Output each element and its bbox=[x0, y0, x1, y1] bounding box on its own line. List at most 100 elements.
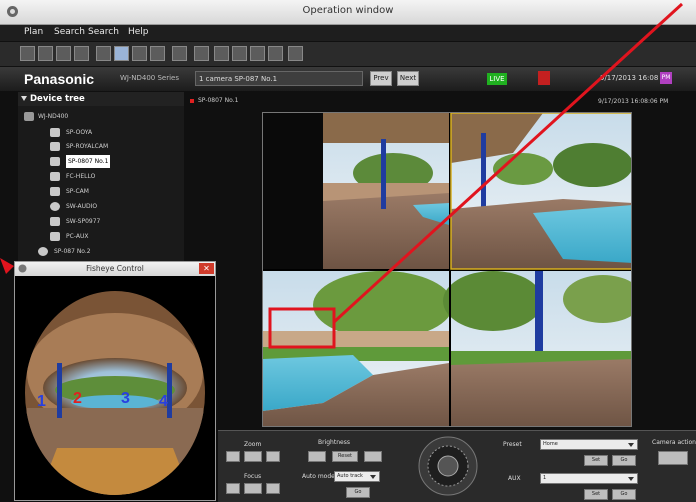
focus-far-button[interactable] bbox=[266, 483, 280, 494]
toolbar-snapshot-icon[interactable] bbox=[250, 46, 265, 61]
zoom-label: Zoom bbox=[244, 441, 262, 448]
viewer-timestamp: 9/17/2013 16:08:06 PM bbox=[598, 98, 669, 105]
fisheye-camera-icon bbox=[38, 247, 48, 256]
toolbar-layout-4-icon[interactable] bbox=[114, 46, 129, 61]
aux-on-button[interactable]: Set bbox=[584, 489, 608, 500]
camera-control-panel: Zoom Focus Brightness Reset Auto mode Au… bbox=[218, 430, 696, 502]
aux-off-button[interactable]: Go bbox=[612, 489, 636, 500]
brightness-label: Brightness bbox=[318, 439, 350, 446]
camera-view-1[interactable] bbox=[263, 113, 449, 269]
dome-camera-icon bbox=[50, 202, 60, 211]
auto-mode-label: Auto mode bbox=[302, 473, 335, 480]
toolbar-pin-icon[interactable] bbox=[194, 46, 209, 61]
window-app-icon bbox=[18, 264, 27, 273]
fisheye-control-window[interactable]: Fisheye Control ✕ 1 2 3 4 bbox=[14, 261, 216, 501]
camera-icon bbox=[50, 157, 60, 166]
tree-item-camera[interactable]: SP-CAM bbox=[18, 185, 184, 198]
annotation-arrow-head-icon bbox=[0, 258, 14, 274]
toolbar-layout-9-icon[interactable] bbox=[132, 46, 147, 61]
tree-item-camera[interactable]: FC-HELLO bbox=[18, 170, 184, 183]
aux-select[interactable]: 1 bbox=[540, 473, 638, 484]
camera-icon bbox=[50, 128, 60, 137]
camera-select[interactable]: 1 camera SP-087 No.1 bbox=[195, 71, 363, 86]
camera-view-3[interactable] bbox=[263, 271, 453, 427]
tree-item-camera[interactable]: SP-087 No.2 bbox=[18, 245, 184, 258]
zoom-tele-button[interactable] bbox=[266, 451, 280, 462]
collapse-triangle-icon bbox=[21, 96, 27, 101]
brightness-down-button[interactable] bbox=[308, 451, 326, 462]
tree-item-camera-selected[interactable]: SP-0807 No.1 bbox=[18, 155, 184, 168]
camera-action-label: Camera action bbox=[652, 439, 696, 446]
camera-status-dot bbox=[190, 99, 194, 103]
toolbar-camera-icon[interactable] bbox=[74, 46, 89, 61]
camera-icon bbox=[50, 217, 60, 226]
toolbar-sequence-icon[interactable] bbox=[172, 46, 187, 61]
menu-help[interactable]: Help bbox=[128, 27, 149, 37]
camera-icon bbox=[50, 232, 60, 241]
tree-item-camera[interactable]: SW-SP0977 bbox=[18, 215, 184, 228]
auto-mode-select[interactable]: Auto track bbox=[334, 471, 380, 482]
ptz-joystick[interactable] bbox=[418, 435, 478, 497]
brightness-reset-button[interactable]: Reset bbox=[332, 451, 358, 462]
menu-search-1[interactable]: Search bbox=[54, 27, 85, 37]
toolbar-forward-icon[interactable] bbox=[38, 46, 53, 61]
tree-item-camera[interactable]: SW-AUDIO bbox=[18, 200, 184, 213]
record-icon[interactable] bbox=[538, 71, 550, 85]
quad-camera-views bbox=[263, 113, 632, 427]
viewer-camera-label: SP-0807 No.1 bbox=[198, 97, 239, 104]
toolbar-back-icon[interactable] bbox=[20, 46, 35, 61]
tree-item-root[interactable]: WJ-ND400 bbox=[18, 110, 184, 123]
next-button[interactable]: Next bbox=[397, 71, 419, 86]
zoom-x1-button[interactable] bbox=[244, 451, 262, 462]
camera-icon bbox=[50, 142, 60, 151]
camera-view-4[interactable] bbox=[443, 271, 632, 427]
window-title: Operation window bbox=[302, 5, 394, 16]
brightness-up-button[interactable] bbox=[364, 451, 382, 462]
toolbar bbox=[0, 42, 696, 67]
zoom-wide-button[interactable] bbox=[226, 451, 240, 462]
focus-auto-button[interactable] bbox=[244, 483, 262, 494]
toolbar-map-icon[interactable] bbox=[214, 46, 229, 61]
fisheye-image[interactable]: 1 2 3 4 bbox=[17, 278, 213, 500]
fisheye-marker-4: 4 bbox=[159, 393, 168, 410]
auto-mode-start-button[interactable]: Go bbox=[346, 487, 370, 498]
menu-bar: Plan Search Search Help bbox=[0, 25, 696, 41]
fisheye-window-title: Fisheye Control bbox=[15, 262, 215, 276]
tree-item-camera[interactable]: SP-OOYA bbox=[18, 126, 184, 139]
pm-badge: PM bbox=[660, 72, 672, 84]
menu-plan[interactable]: Plan bbox=[24, 27, 43, 37]
prev-button[interactable]: Prev bbox=[370, 71, 392, 86]
folder-icon bbox=[24, 112, 34, 121]
toolbar-layout-1-icon[interactable] bbox=[96, 46, 111, 61]
aux-label: AUX bbox=[508, 475, 521, 482]
device-tree-panel: Device tree WJ-ND400 SP-OOYA SP-ROYALCAM… bbox=[18, 92, 184, 270]
toolbar-settings-icon[interactable] bbox=[288, 46, 303, 61]
tree-item-camera[interactable]: SP-ROYALCAM bbox=[18, 140, 184, 153]
live-badge: LIVE bbox=[487, 73, 507, 85]
menu-search-2[interactable]: Search bbox=[88, 27, 119, 37]
toolbar-list-icon[interactable] bbox=[56, 46, 71, 61]
fisheye-marker-3: 3 bbox=[121, 390, 130, 407]
preset-go-button[interactable]: Go bbox=[612, 455, 636, 466]
toolbar-playback-icon[interactable] bbox=[232, 46, 247, 61]
close-icon[interactable]: ✕ bbox=[199, 263, 214, 274]
tree-item-camera[interactable]: PC-AUX bbox=[18, 230, 184, 243]
toolbar-print-icon[interactable] bbox=[268, 46, 283, 61]
window-titlebar: Operation window bbox=[0, 0, 696, 25]
series-label: WJ-ND400 Series bbox=[120, 74, 180, 82]
quad-camera-viewer[interactable] bbox=[262, 112, 632, 427]
camera-view-2[interactable] bbox=[451, 113, 632, 269]
focus-label: Focus bbox=[244, 473, 262, 480]
camera-action-button[interactable] bbox=[658, 451, 688, 465]
brand-bar: Panasonic WJ-ND400 Series 1 camera SP-08… bbox=[0, 67, 696, 91]
toolbar-layout-16-icon[interactable] bbox=[150, 46, 165, 61]
datetime-display: 9/17/2013 16:08 bbox=[600, 74, 659, 82]
preset-set-button[interactable]: Set bbox=[584, 455, 608, 466]
preset-label: Preset bbox=[503, 441, 522, 448]
camera-icon bbox=[50, 172, 60, 181]
device-tree-header[interactable]: Device tree bbox=[18, 92, 184, 106]
preset-select[interactable]: Home bbox=[540, 439, 638, 450]
panasonic-logo: Panasonic bbox=[24, 71, 95, 87]
focus-near-button[interactable] bbox=[226, 483, 240, 494]
fisheye-marker-2: 2 bbox=[73, 390, 82, 407]
